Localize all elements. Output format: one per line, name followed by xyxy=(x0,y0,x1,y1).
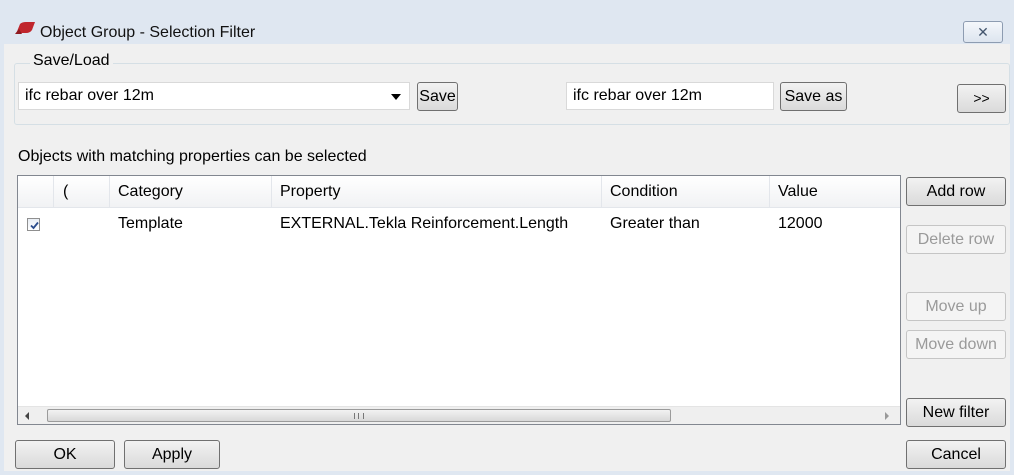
horizontal-scrollbar[interactable] xyxy=(18,406,900,424)
col-header-property[interactable]: Property xyxy=(272,176,602,208)
filter-select-dropdown[interactable]: ifc rebar over 12m xyxy=(18,82,410,110)
apply-button[interactable]: Apply xyxy=(124,440,220,469)
row-enabled-checkbox[interactable] xyxy=(27,218,40,231)
save-as-button[interactable]: Save as xyxy=(780,82,847,111)
save-load-label: Save/Load xyxy=(30,52,113,70)
cell-category[interactable]: Template xyxy=(110,209,272,239)
title-bar[interactable]: Object Group - Selection Filter ✕ xyxy=(0,0,1014,44)
table-row[interactable]: Template EXTERNAL.Tekla Reinforcement.Le… xyxy=(18,209,900,239)
tekla-icon xyxy=(15,22,35,34)
move-up-button[interactable]: Move up xyxy=(906,292,1006,321)
col-header-condition[interactable]: Condition xyxy=(602,176,770,208)
add-row-button[interactable]: Add row xyxy=(906,177,1006,206)
move-down-button[interactable]: Move down xyxy=(906,330,1006,359)
col-header-value[interactable]: Value xyxy=(770,176,900,208)
filter-rules-grid[interactable]: ( Category Property Condition Value Temp… xyxy=(17,175,901,425)
ok-button[interactable]: OK xyxy=(15,440,115,469)
cancel-button[interactable]: Cancel xyxy=(906,440,1006,469)
col-header-category[interactable]: Category xyxy=(110,176,272,208)
close-icon: ✕ xyxy=(977,24,989,40)
info-label: Objects with matching properties can be … xyxy=(18,148,367,165)
grip-icon xyxy=(354,413,364,419)
dialog-window: Object Group - Selection Filter ✕ Save/L… xyxy=(0,0,1014,475)
window-title: Object Group - Selection Filter xyxy=(40,24,256,41)
cell-property[interactable]: EXTERNAL.Tekla Reinforcement.Length xyxy=(272,209,602,239)
col-header-checkbox xyxy=(18,176,54,208)
grid-header: ( Category Property Condition Value xyxy=(18,176,900,208)
scrollbar-thumb[interactable] xyxy=(47,409,671,422)
save-button[interactable]: Save xyxy=(417,82,458,111)
filter-select-value: ifc rebar over 12m xyxy=(25,87,154,104)
save-as-name-value: ifc rebar over 12m xyxy=(573,87,702,104)
dropdown-arrow-icon[interactable] xyxy=(391,94,401,100)
checkmark-icon xyxy=(30,221,39,230)
cell-value[interactable]: 12000 xyxy=(770,209,900,239)
close-button[interactable]: ✕ xyxy=(963,21,1003,43)
save-as-name-input[interactable]: ifc rebar over 12m xyxy=(566,82,774,110)
scroll-left-icon[interactable] xyxy=(25,412,29,420)
expand-button[interactable]: >> xyxy=(957,84,1006,113)
new-filter-button[interactable]: New filter xyxy=(906,398,1006,427)
delete-row-button[interactable]: Delete row xyxy=(906,225,1006,254)
col-header-paren[interactable]: ( xyxy=(54,176,110,208)
cell-paren[interactable] xyxy=(54,209,110,239)
scroll-right-icon[interactable] xyxy=(885,412,889,420)
cell-condition[interactable]: Greater than xyxy=(602,209,770,239)
